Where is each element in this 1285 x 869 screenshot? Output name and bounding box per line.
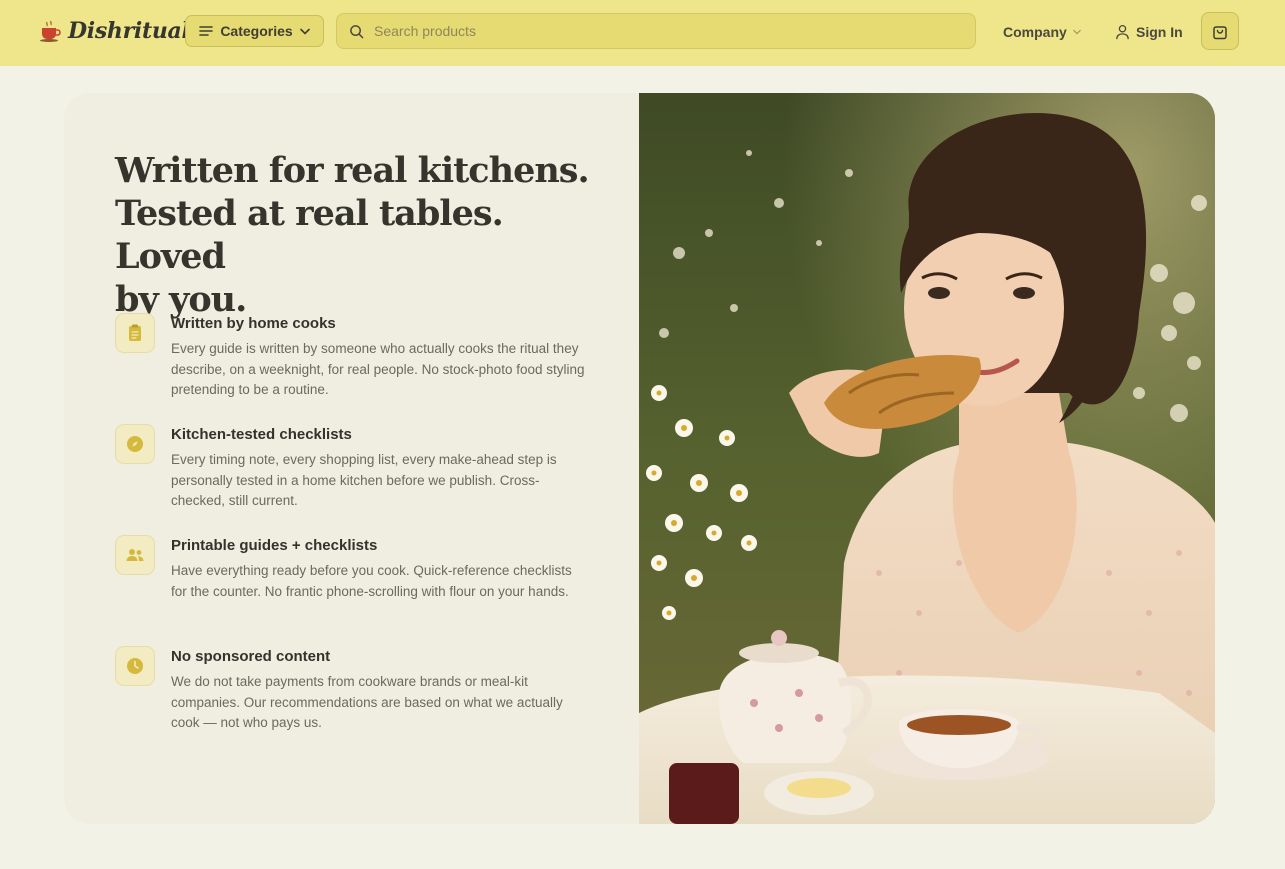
garden-tea-photo [639, 93, 1215, 824]
clipboard-icon [129, 324, 141, 341]
sign-in-link[interactable]: Sign In [1115, 22, 1183, 42]
user-icon [1116, 24, 1129, 40]
feature-description: Every guide is written by someone who ac… [171, 341, 585, 397]
categories-label: Categories [220, 23, 293, 39]
feature-item: Written by home cooks Every guide is wri… [115, 313, 595, 424]
categories-button[interactable]: Categories [185, 15, 324, 47]
feature-icon-badge [115, 646, 155, 686]
feature-icon-badge [115, 313, 155, 353]
coffee-cup-icon [40, 20, 61, 42]
headline-line: Tested at real tables. Loved [115, 193, 504, 277]
menu-lines-icon [199, 26, 214, 36]
brand-name: Dishritual [68, 18, 190, 44]
feature-description: Have everything ready before you cook. Q… [171, 563, 572, 599]
top-navigation-bar: Dishritual Categories Company Sign In [0, 0, 1285, 66]
brand-logo[interactable]: Dishritual [38, 16, 190, 46]
company-label: Company [1003, 24, 1067, 40]
feature-description: We do not take payments from cookware br… [171, 674, 563, 730]
users-icon [126, 549, 144, 561]
chevron-down-icon [1072, 29, 1081, 35]
feature-item: Printable guides + checklists Have every… [115, 535, 595, 646]
shopping-bag-icon [1213, 25, 1227, 39]
search-bar [336, 13, 976, 49]
feature-title: No sponsored content [171, 648, 331, 665]
feature-list: Written by home cooks Every guide is wri… [115, 313, 595, 757]
feature-item: No sponsored content We do not take paym… [115, 646, 595, 757]
feature-title: Printable guides + checklists [171, 537, 378, 554]
hero-headline: Written for real kitchens. Tested at rea… [115, 149, 595, 321]
cart-button[interactable] [1201, 12, 1239, 50]
chevron-down-icon [299, 28, 310, 35]
feature-icon-badge [115, 535, 155, 575]
feature-title: Kitchen-tested checklists [171, 426, 352, 443]
compass-icon [127, 436, 143, 452]
headline-line: Written for real kitchens. [115, 150, 590, 191]
feature-title: Written by home cooks [171, 315, 336, 332]
search-input[interactable] [374, 23, 934, 39]
search-icon [350, 24, 364, 38]
feature-item: Kitchen-tested checklists Every timing n… [115, 424, 595, 535]
feature-icon-badge [115, 424, 155, 464]
hero-card: Written for real kitchens. Tested at rea… [64, 93, 1215, 824]
company-menu[interactable]: Company [1003, 23, 1081, 41]
hero-photo [639, 93, 1215, 824]
sign-in-label: Sign In [1136, 24, 1183, 40]
clock-icon [127, 658, 143, 674]
feature-description: Every timing note, every shopping list, … [171, 452, 557, 508]
